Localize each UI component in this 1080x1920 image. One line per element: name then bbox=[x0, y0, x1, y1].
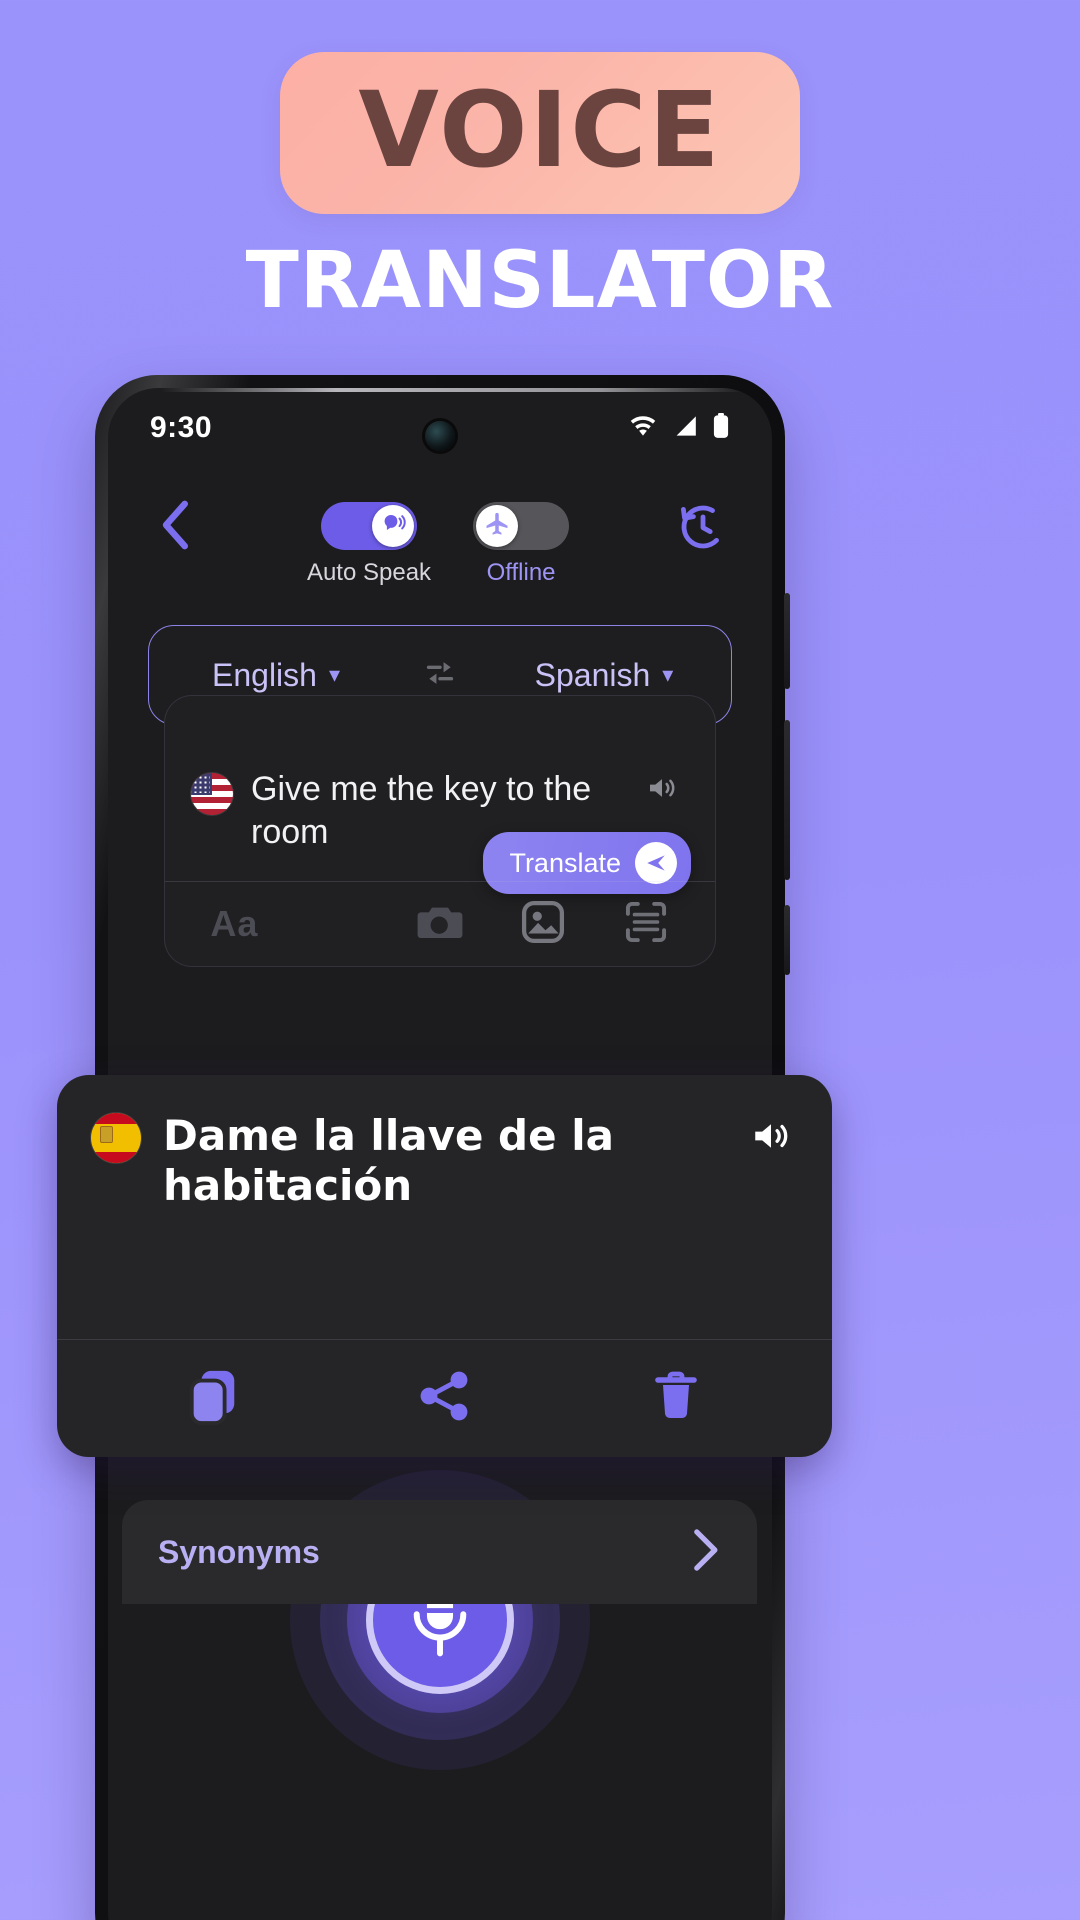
camera-button[interactable] bbox=[404, 893, 476, 955]
translation-result-card: Dame la llave de la habitación bbox=[57, 1075, 832, 1457]
image-icon bbox=[520, 899, 566, 950]
translation-result-body: Dame la llave de la habitación bbox=[57, 1075, 832, 1339]
toggle-label-auto-speak: Auto Speak bbox=[306, 559, 432, 586]
speaker-icon-result bbox=[747, 1115, 795, 1162]
promo-badge: VOICE bbox=[280, 52, 800, 214]
target-language-label: Spanish bbox=[534, 656, 651, 693]
phone-side-button-3 bbox=[784, 905, 790, 975]
translated-text[interactable]: Dame la llave de la habitación bbox=[163, 1111, 722, 1212]
history-clock-icon bbox=[677, 501, 729, 558]
chevron-down-icon-target: ▾ bbox=[662, 662, 674, 687]
airplane-icon bbox=[483, 510, 511, 543]
promo-badge-text: VOICE bbox=[358, 69, 722, 191]
offline-switch[interactable] bbox=[473, 502, 570, 550]
text-aa-icon: Aa bbox=[210, 903, 259, 944]
target-language-selector[interactable]: Spanish ▾ bbox=[477, 657, 731, 694]
battery-icon bbox=[712, 412, 730, 444]
auto-speak-switch[interactable] bbox=[321, 502, 417, 550]
status-time: 9:30 bbox=[150, 411, 213, 444]
input-toolbar: Aa bbox=[165, 882, 715, 966]
document-scan-button[interactable] bbox=[610, 893, 682, 955]
promo-header: VOICE TRANSLATOR bbox=[0, 0, 1080, 320]
send-arrow-icon bbox=[635, 842, 677, 884]
status-icons bbox=[628, 412, 730, 444]
flag-united-states bbox=[191, 773, 233, 815]
phone-side-button-2 bbox=[784, 720, 790, 880]
trash-icon bbox=[652, 1368, 700, 1429]
result-speaker-button[interactable] bbox=[744, 1115, 798, 1162]
source-language-label: English bbox=[212, 656, 317, 693]
chevron-left-icon bbox=[158, 499, 192, 556]
synonyms-label: Synonyms bbox=[158, 1533, 320, 1570]
toolbar-mic-slot bbox=[301, 893, 373, 955]
speaking-head-icon bbox=[378, 509, 408, 544]
synonyms-row[interactable]: Synonyms bbox=[122, 1500, 757, 1604]
document-scan-icon bbox=[623, 899, 669, 950]
swap-languages-icon bbox=[420, 653, 460, 698]
phone-side-button-1 bbox=[784, 593, 790, 689]
copy-button[interactable] bbox=[167, 1357, 259, 1441]
toggle-offline[interactable]: Offline bbox=[473, 502, 570, 587]
cellular-signal-icon bbox=[671, 414, 699, 443]
result-action-bar bbox=[57, 1339, 832, 1457]
chevron-right-icon bbox=[689, 1527, 721, 1578]
offline-knob bbox=[476, 505, 519, 547]
text-input-button[interactable]: Aa bbox=[198, 893, 270, 955]
history-button[interactable] bbox=[674, 500, 732, 558]
gallery-button[interactable] bbox=[507, 893, 579, 955]
speaker-icon bbox=[644, 772, 680, 809]
swap-languages-button[interactable] bbox=[403, 653, 477, 698]
chevron-down-icon: ▾ bbox=[328, 662, 340, 687]
share-icon bbox=[416, 1368, 472, 1429]
wifi-icon bbox=[628, 414, 658, 443]
source-input-card: Give me the key to the room Translate Aa bbox=[164, 695, 716, 967]
auto-speak-knob bbox=[372, 505, 414, 547]
source-speaker-button[interactable] bbox=[639, 772, 685, 809]
share-button[interactable] bbox=[398, 1357, 490, 1441]
back-button[interactable] bbox=[148, 500, 202, 554]
toggle-auto-speak[interactable]: Auto Speak bbox=[307, 502, 431, 587]
source-language-selector[interactable]: English ▾ bbox=[149, 657, 403, 694]
camera-icon bbox=[416, 901, 464, 948]
toggle-label-offline: Offline bbox=[486, 559, 556, 586]
flag-spain bbox=[91, 1113, 141, 1163]
toggles-group: Auto Speak Offline bbox=[307, 502, 570, 587]
front-camera bbox=[425, 421, 455, 451]
promo-subtitle: TRANSLATOR bbox=[245, 236, 835, 326]
translate-button-label: Translate bbox=[509, 847, 621, 878]
app-top-bar: Auto Speak Offline bbox=[108, 468, 772, 587]
delete-button[interactable] bbox=[630, 1357, 722, 1441]
copy-icon bbox=[187, 1367, 239, 1430]
